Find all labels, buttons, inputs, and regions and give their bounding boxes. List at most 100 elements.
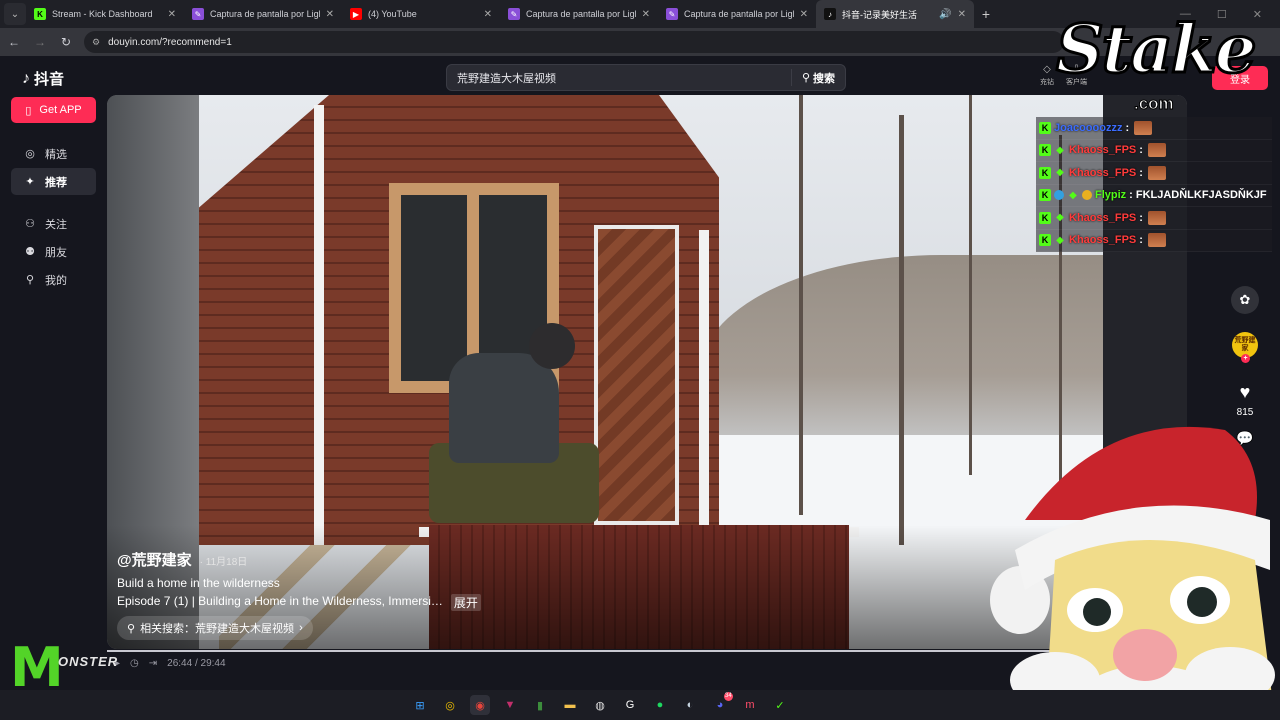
follow-plus-icon[interactable]: +: [1241, 354, 1250, 363]
lightshot-icon: ✎: [192, 8, 204, 20]
stake-logo-overlay: Stake .com: [1055, 9, 1259, 115]
related-search-chip[interactable]: ⚲ 相关搜索：荒野建造大木屋视频 ›: [117, 616, 313, 640]
chat-username: Joacoooozzz: [1054, 121, 1123, 134]
chat-username: Khaoss_FPS: [1069, 166, 1137, 179]
browser-tab[interactable]: ▶ (4) YouTube ✕: [342, 0, 500, 28]
tab-title: Captura de pantalla por Lightsh: [210, 9, 320, 19]
tab-list: K Stream - Kick Dashboard ✕ ✎ Captura de pan…: [26, 0, 974, 28]
emote-icon: [1147, 210, 1166, 225]
monster-wordmark: ONSTER: [58, 654, 119, 669]
browser-tab[interactable]: ✎ Captura de pantalla por Lightsh ✕: [500, 0, 658, 28]
messenger-app-icon[interactable]: m: [740, 695, 760, 715]
chat-separator: :: [1139, 166, 1143, 179]
tab-title: (4) YouTube: [368, 9, 417, 19]
compass-icon: ◎: [25, 148, 35, 160]
kick-badge-icon: K: [1039, 144, 1051, 157]
gift-badge-icon: ◆: [1056, 234, 1064, 246]
video-title: Build a home in the wilderness: [117, 576, 280, 590]
sidebar-item[interactable]: ⚲ 我的: [11, 266, 96, 293]
reload-icon[interactable]: ↻: [58, 35, 74, 49]
corner-trim: [699, 230, 709, 530]
emote-icon: [1134, 120, 1153, 135]
chat-message: K ◆ Khaoss_FPS:: [1036, 162, 1272, 185]
close-tab-icon[interactable]: ✕: [326, 9, 334, 20]
chat-separator: :: [1125, 121, 1130, 134]
top-action-button[interactable]: ◇ 充钻: [1040, 64, 1054, 87]
windows-taskbar: ⊞ ◎ ◉ ▼ ▮ ▬ ◍ G ● ◐ ◕ 34 m ✓: [0, 690, 1280, 720]
norton-icon[interactable]: ◎: [440, 695, 460, 715]
chat-username: Khaoss_FPS: [1069, 234, 1137, 247]
discord-icon[interactable]: ◕ 34: [710, 692, 733, 715]
friends-icon: ⚉: [25, 246, 35, 258]
douyin-logo[interactable]: ♪ 抖音: [22, 68, 64, 89]
share-settings-icon[interactable]: ✿: [1231, 286, 1259, 314]
sidebar-item[interactable]: ⚉ 朋友: [11, 238, 96, 265]
related-search-text: 相关搜索：荒野建造大木屋视频: [140, 623, 295, 635]
gift-badge-icon: ◆: [1056, 144, 1064, 156]
get-app-button[interactable]: ▯ Get APP: [11, 97, 96, 123]
top-action-icon: ◇: [1043, 64, 1051, 75]
tab-title: 抖音-记录美好生活: [842, 9, 917, 20]
emote-icon: [1147, 143, 1166, 158]
back-icon[interactable]: ←: [6, 35, 22, 49]
spotify-icon[interactable]: ●: [650, 695, 670, 715]
chat-username: Flypiz: [1095, 189, 1127, 202]
sidebar-item-label: 朋友: [45, 246, 67, 259]
file-explorer-icon[interactable]: ▬: [560, 695, 580, 715]
kick-badge-icon: K: [1039, 166, 1051, 179]
close-tab-icon[interactable]: ✕: [800, 9, 808, 20]
close-tab-icon[interactable]: ✕: [484, 9, 492, 20]
sidebar-item[interactable]: ⚇ 关注: [11, 210, 96, 237]
vegas-icon[interactable]: ▼: [500, 695, 520, 715]
douyin-note-icon: ♪: [22, 69, 30, 87]
next-icon[interactable]: ⇥: [149, 658, 157, 669]
kick-app-icon[interactable]: ✓: [770, 695, 790, 715]
search-button[interactable]: ⚲ 搜索: [790, 69, 845, 86]
search-input[interactable]: [447, 71, 791, 84]
close-tab-icon[interactable]: ✕: [958, 9, 966, 20]
sidebar-item-label: 关注: [45, 218, 67, 231]
tab-audio-icon[interactable]: 🔊: [939, 9, 951, 20]
tab-search-button[interactable]: ⌄: [4, 3, 26, 25]
logo-text: 抖音: [34, 71, 65, 88]
kick-icon: K: [34, 8, 46, 20]
sidebar-item-label: 精选: [45, 148, 67, 161]
gift-badge-icon: ◆: [1069, 189, 1077, 201]
tree: [799, 95, 803, 515]
tab-title: Captura de pantalla por Lightsh: [684, 9, 794, 19]
windows-start-icon[interactable]: ⊞: [410, 695, 430, 715]
emote-icon: [1147, 233, 1166, 248]
bookmark-app-icon[interactable]: ▮: [530, 695, 550, 715]
chevron-right-icon: ›: [299, 622, 303, 634]
author-avatar[interactable]: 荒野建家 +: [1232, 332, 1258, 363]
sidebar-item[interactable]: ◎ 精选: [11, 140, 96, 167]
cabin-door: [594, 225, 679, 525]
kick-badge-icon: K: [1039, 189, 1051, 202]
site-info-icon[interactable]: ⚙: [92, 37, 100, 48]
close-tab-icon[interactable]: ✕: [168, 9, 176, 20]
new-tab-button[interactable]: +: [974, 6, 998, 22]
expand-button[interactable]: 展开: [450, 594, 481, 611]
obs-icon[interactable]: ◍: [590, 695, 610, 715]
steam-icon[interactable]: ◐: [680, 695, 700, 715]
video-description: Episode 7 (1) | Building a Home in the W…: [117, 594, 481, 611]
video-author-row: @荒野建家 · 11月18日: [117, 549, 247, 570]
chrome-icon[interactable]: ◉: [470, 695, 490, 715]
forward-icon[interactable]: →: [32, 35, 48, 49]
url-field[interactable]: ⚙ douyin.com/?recommend=1: [84, 31, 1064, 53]
sidebar-item-label: 我的: [45, 274, 67, 287]
browser-tab[interactable]: ✎ Captura de pantalla por Lightsh ✕: [184, 0, 342, 28]
author-name[interactable]: @荒野建家: [117, 549, 192, 570]
chat-username: Khaoss_FPS: [1069, 211, 1137, 224]
chat-message: K ◆ Khaoss_FPS:: [1036, 139, 1272, 162]
chat-separator: :: [1129, 189, 1133, 202]
browser-tab[interactable]: K Stream - Kick Dashboard ✕: [26, 0, 184, 28]
chat-separator: :: [1139, 211, 1143, 224]
browser-tab[interactable]: ♪ 抖音-记录美好生活 🔊 ✕: [816, 0, 974, 28]
post-date: · 11月18日: [199, 557, 248, 568]
sidebar-item[interactable]: ✦ 推荐: [11, 168, 96, 195]
browser-tab[interactable]: ✎ Captura de pantalla por Lightsh ✕: [658, 0, 816, 28]
close-tab-icon[interactable]: ✕: [642, 9, 650, 20]
corner-trim: [314, 105, 324, 545]
gg-icon[interactable]: G: [620, 695, 640, 715]
